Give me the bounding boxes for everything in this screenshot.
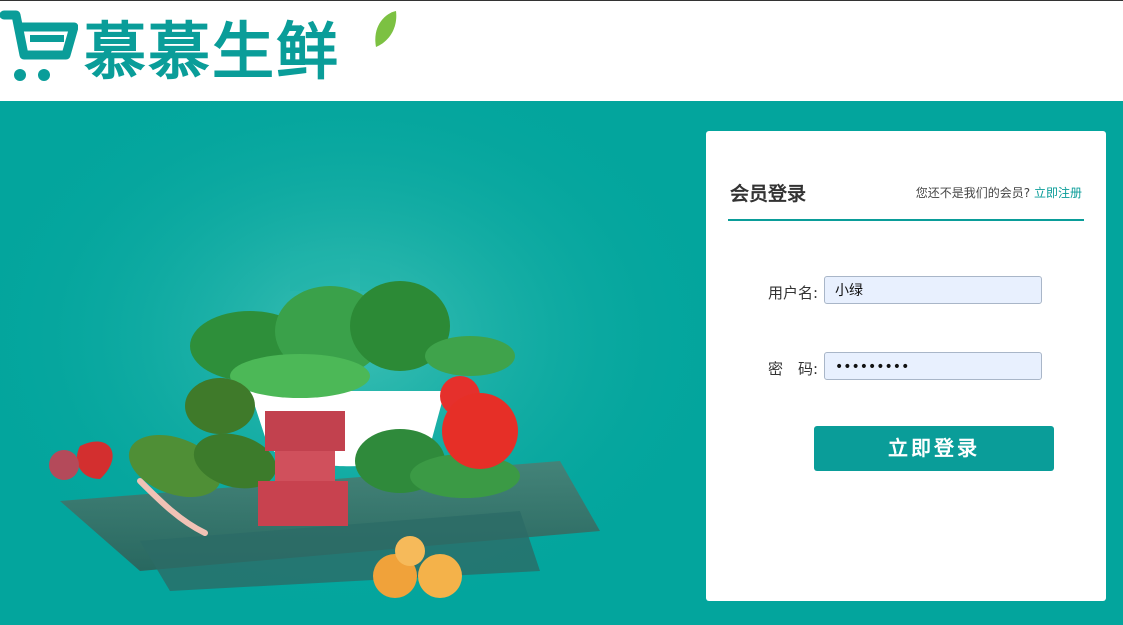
- register-prompt-text: 您还不是我们的会员?: [915, 186, 1031, 200]
- username-label: 用户名:: [768, 284, 819, 302]
- site-header: 慕慕生鲜: [0, 1, 1123, 101]
- password-row: 密 码: •••••••••: [706, 352, 1106, 382]
- register-prompt: 您还不是我们的会员? 立即注册: [916, 184, 1082, 201]
- password-label: 密 码:: [768, 360, 819, 378]
- login-title: 会员登录: [730, 183, 807, 205]
- fresh-produce-image: [0, 101, 700, 625]
- login-card-header: 会员登录 您还不是我们的会员? 立即注册: [728, 173, 1084, 221]
- username-input[interactable]: 小绿: [824, 276, 1042, 304]
- leaf-icon: [375, 11, 397, 47]
- site-logo[interactable]: 慕慕生鲜: [0, 5, 397, 88]
- password-input[interactable]: •••••••••: [824, 352, 1042, 380]
- login-button[interactable]: 立即登录: [814, 426, 1054, 471]
- register-link[interactable]: 立即注册: [1034, 186, 1082, 200]
- username-row: 用户名: 小绿: [706, 276, 1106, 306]
- login-card: 会员登录 您还不是我们的会员? 立即注册 用户名: 小绿 密 码: ••••••…: [706, 131, 1106, 601]
- shopping-cart-icon: [0, 10, 78, 81]
